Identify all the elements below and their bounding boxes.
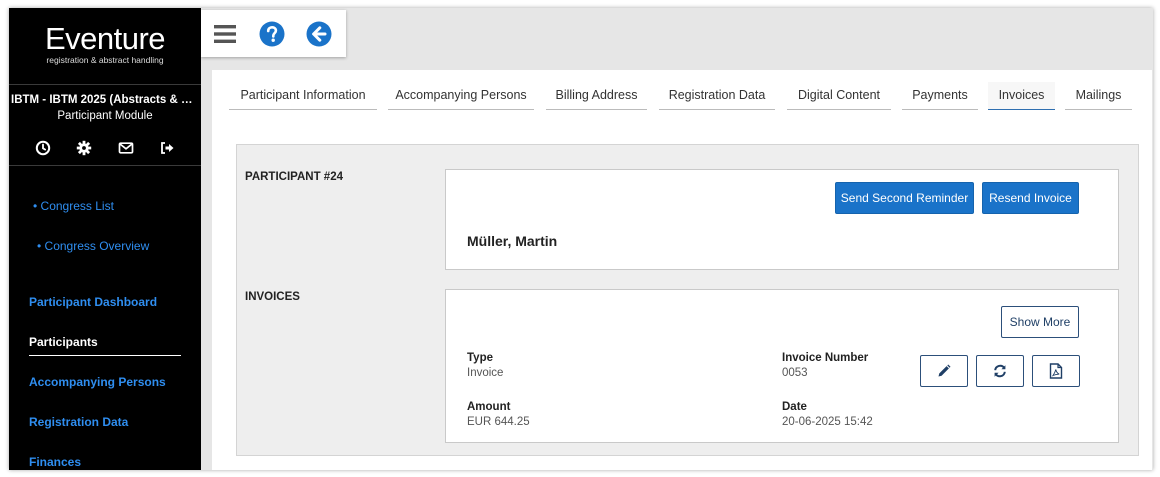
refresh-icon	[993, 364, 1007, 378]
invoices-section-label: INVOICES	[245, 291, 300, 303]
tab-participant-information[interactable]: Participant Information	[229, 82, 377, 110]
brand-name: Eventure	[44, 21, 166, 56]
active-indicator	[29, 355, 181, 356]
clock-icon[interactable]	[35, 140, 51, 156]
sidebar-item-congress-list[interactable]: • Congress List	[33, 199, 114, 213]
sign-out-icon[interactable]	[159, 140, 175, 156]
congress-name: IBTM - IBTM 2025 (Abstracts & Par...	[11, 94, 201, 106]
sidebar-item-participant-dashboard[interactable]: Participant Dashboard	[29, 295, 157, 309]
amount-label: Amount	[467, 401, 511, 413]
sidebar-item-accompanying-persons[interactable]: Accompanying Persons	[29, 375, 166, 389]
gear-icon[interactable]	[76, 140, 92, 156]
edit-icon	[937, 364, 951, 378]
participant-name: Müller, Martin	[467, 233, 558, 249]
type-label: Type	[467, 352, 493, 364]
envelope-icon[interactable]	[118, 140, 134, 156]
download-pdf-button[interactable]	[1032, 355, 1080, 387]
menu-icon	[213, 24, 236, 43]
pdf-icon	[1049, 363, 1063, 379]
invoice-number-value: 0053	[782, 367, 808, 379]
show-more-button[interactable]: Show More	[1001, 306, 1079, 338]
invoice-section: PARTICIPANT #24 Send Second Reminder Res…	[236, 144, 1139, 456]
sidebar-icon-bar	[35, 140, 175, 156]
date-label: Date	[782, 401, 807, 413]
tab-billing-address[interactable]: Billing Address	[546, 82, 647, 110]
help-icon	[259, 21, 285, 47]
sidebar-item-registration-data[interactable]: Registration Data	[29, 415, 128, 429]
back-button[interactable]	[295, 10, 342, 57]
amount-value: EUR 644.25	[467, 416, 530, 428]
send-second-reminder-button[interactable]: Send Second Reminder	[835, 182, 974, 214]
sidebar-item-finances[interactable]: Finances	[29, 455, 81, 469]
tab-digital-content[interactable]: Digital Content	[787, 82, 891, 110]
invoice-card: Show More Type Invoice Invoice Number 00…	[445, 289, 1119, 443]
tab-payments[interactable]: Payments	[902, 82, 978, 110]
main-panel: Participant Information Accompanying Per…	[212, 70, 1152, 470]
help-button[interactable]	[248, 10, 295, 57]
brand-logo[interactable]: Eventure registration & abstract handlin…	[9, 21, 201, 65]
resend-invoice-button[interactable]: Resend Invoice	[982, 182, 1079, 214]
tab-registration-data[interactable]: Registration Data	[659, 82, 775, 110]
tab-accompanying-persons[interactable]: Accompanying Persons	[388, 82, 534, 110]
participant-section-label: PARTICIPANT #24	[245, 171, 343, 183]
edit-invoice-button[interactable]	[920, 355, 968, 387]
tab-mailings[interactable]: Mailings	[1065, 82, 1132, 110]
top-toolbar	[201, 10, 346, 57]
type-value: Invoice	[467, 367, 504, 379]
invoice-number-label: Invoice Number	[782, 352, 869, 364]
brand-tagline: registration & abstract handling	[46, 55, 164, 65]
module-name: Participant Module	[57, 110, 153, 122]
date-value: 20-06-2025 15:42	[782, 416, 873, 428]
app-window: Eventure registration & abstract handlin…	[9, 8, 1153, 470]
sidebar-divider	[9, 165, 201, 166]
sidebar-item-participants[interactable]: Participants	[29, 335, 98, 349]
tab-invoices[interactable]: Invoices	[988, 82, 1055, 110]
sidebar-item-congress-overview[interactable]: • Congress Overview	[37, 239, 149, 253]
sidebar: Eventure registration & abstract handlin…	[9, 8, 201, 470]
sidebar-divider	[9, 84, 201, 85]
back-arrow-icon	[306, 21, 332, 47]
menu-button[interactable]	[201, 10, 248, 57]
participant-card: Send Second Reminder Resend Invoice Müll…	[445, 169, 1119, 270]
refresh-invoice-button[interactable]	[976, 355, 1024, 387]
